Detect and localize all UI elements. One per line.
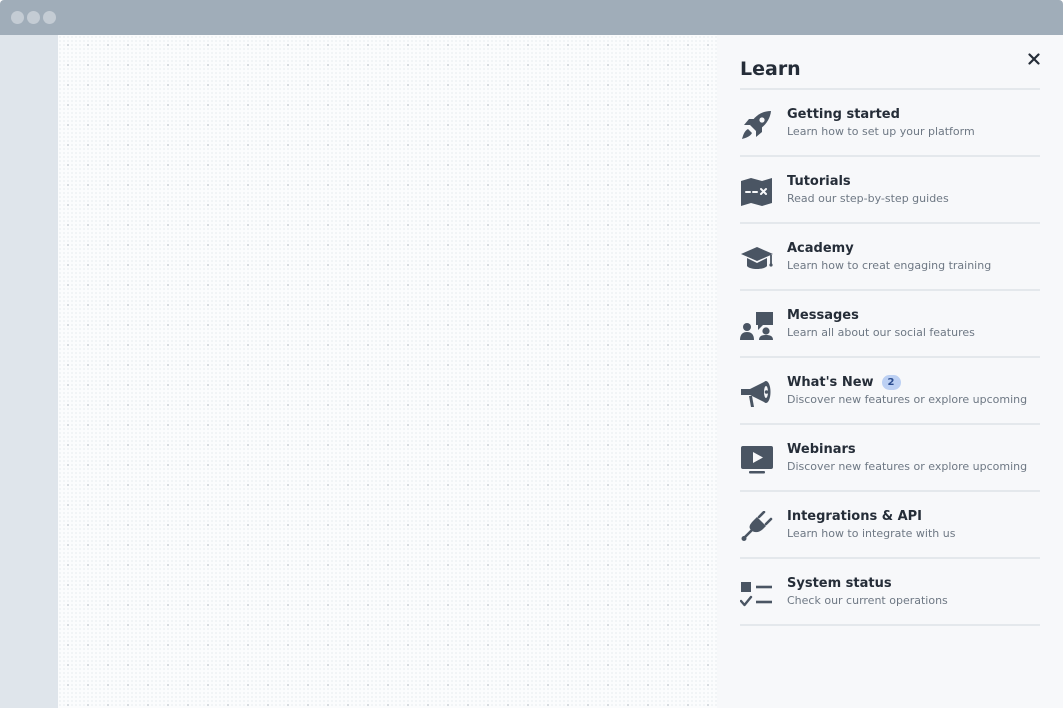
notification-badge: 2 [881, 375, 901, 390]
window-dot-icon[interactable] [11, 11, 24, 24]
dotted-canvas[interactable] [58, 35, 717, 708]
item-description: Discover new features or explore upcomin… [787, 393, 1028, 406]
megaphone-icon [740, 377, 774, 409]
item-title: Getting started [787, 107, 900, 122]
plug-icon [740, 511, 774, 543]
learn-item-webinars[interactable]: Webinars Discover new features or explor… [740, 425, 1040, 492]
item-title: Integrations & API [787, 509, 923, 524]
learn-panel: Learn Getting started Learn how to set u… [717, 35, 1063, 708]
learn-item-getting-started[interactable]: Getting started Learn how to set up your… [740, 90, 1040, 157]
item-description: Learn all about our social features [787, 326, 975, 339]
item-description: Learn how to integrate with us [787, 527, 956, 540]
learn-list: Getting started Learn how to set up your… [740, 88, 1040, 626]
item-description: Check our current operations [787, 594, 948, 607]
item-title-text: What's New [787, 375, 874, 390]
window-titlebar [0, 0, 1063, 35]
learn-item-integrations[interactable]: Integrations & API Learn how to integrat… [740, 492, 1040, 559]
graduation-cap-icon [740, 243, 774, 275]
learn-item-whats-new[interactable]: What's New 2 Discover new features or exp… [740, 358, 1040, 425]
item-title: Messages [787, 308, 859, 323]
presenter-icon [740, 310, 774, 342]
item-description: Discover new features or explore upcomin… [787, 460, 1028, 473]
panel-title: Learn [740, 58, 801, 80]
learn-item-system-status[interactable]: System status Check our current operatio… [740, 559, 1040, 626]
item-title: Webinars [787, 442, 856, 457]
rocket-icon [740, 109, 774, 141]
video-play-icon [740, 444, 774, 476]
item-title: Academy [787, 241, 854, 256]
window-dot-icon[interactable] [27, 11, 40, 24]
left-sidebar [0, 35, 58, 708]
map-icon [740, 176, 774, 208]
checklist-icon [740, 578, 774, 610]
item-title: Tutorials [787, 174, 851, 189]
learn-item-tutorials[interactable]: Tutorials Read our step-by-step guides [740, 157, 1040, 224]
learn-item-academy[interactable]: Academy Learn how to creat engaging trai… [740, 224, 1040, 291]
item-title: What's New 2 [787, 374, 1027, 391]
item-title: System status [787, 576, 892, 591]
close-button[interactable] [1023, 48, 1045, 70]
item-description: Read our step-by-step guides [787, 192, 949, 205]
close-icon [1028, 53, 1040, 65]
window-dot-icon[interactable] [43, 11, 56, 24]
learn-item-messages[interactable]: Messages Learn all about our social feat… [740, 291, 1040, 358]
item-description: Learn how to creat engaging training [787, 259, 992, 272]
item-description: Learn how to set up your platform [787, 125, 975, 138]
